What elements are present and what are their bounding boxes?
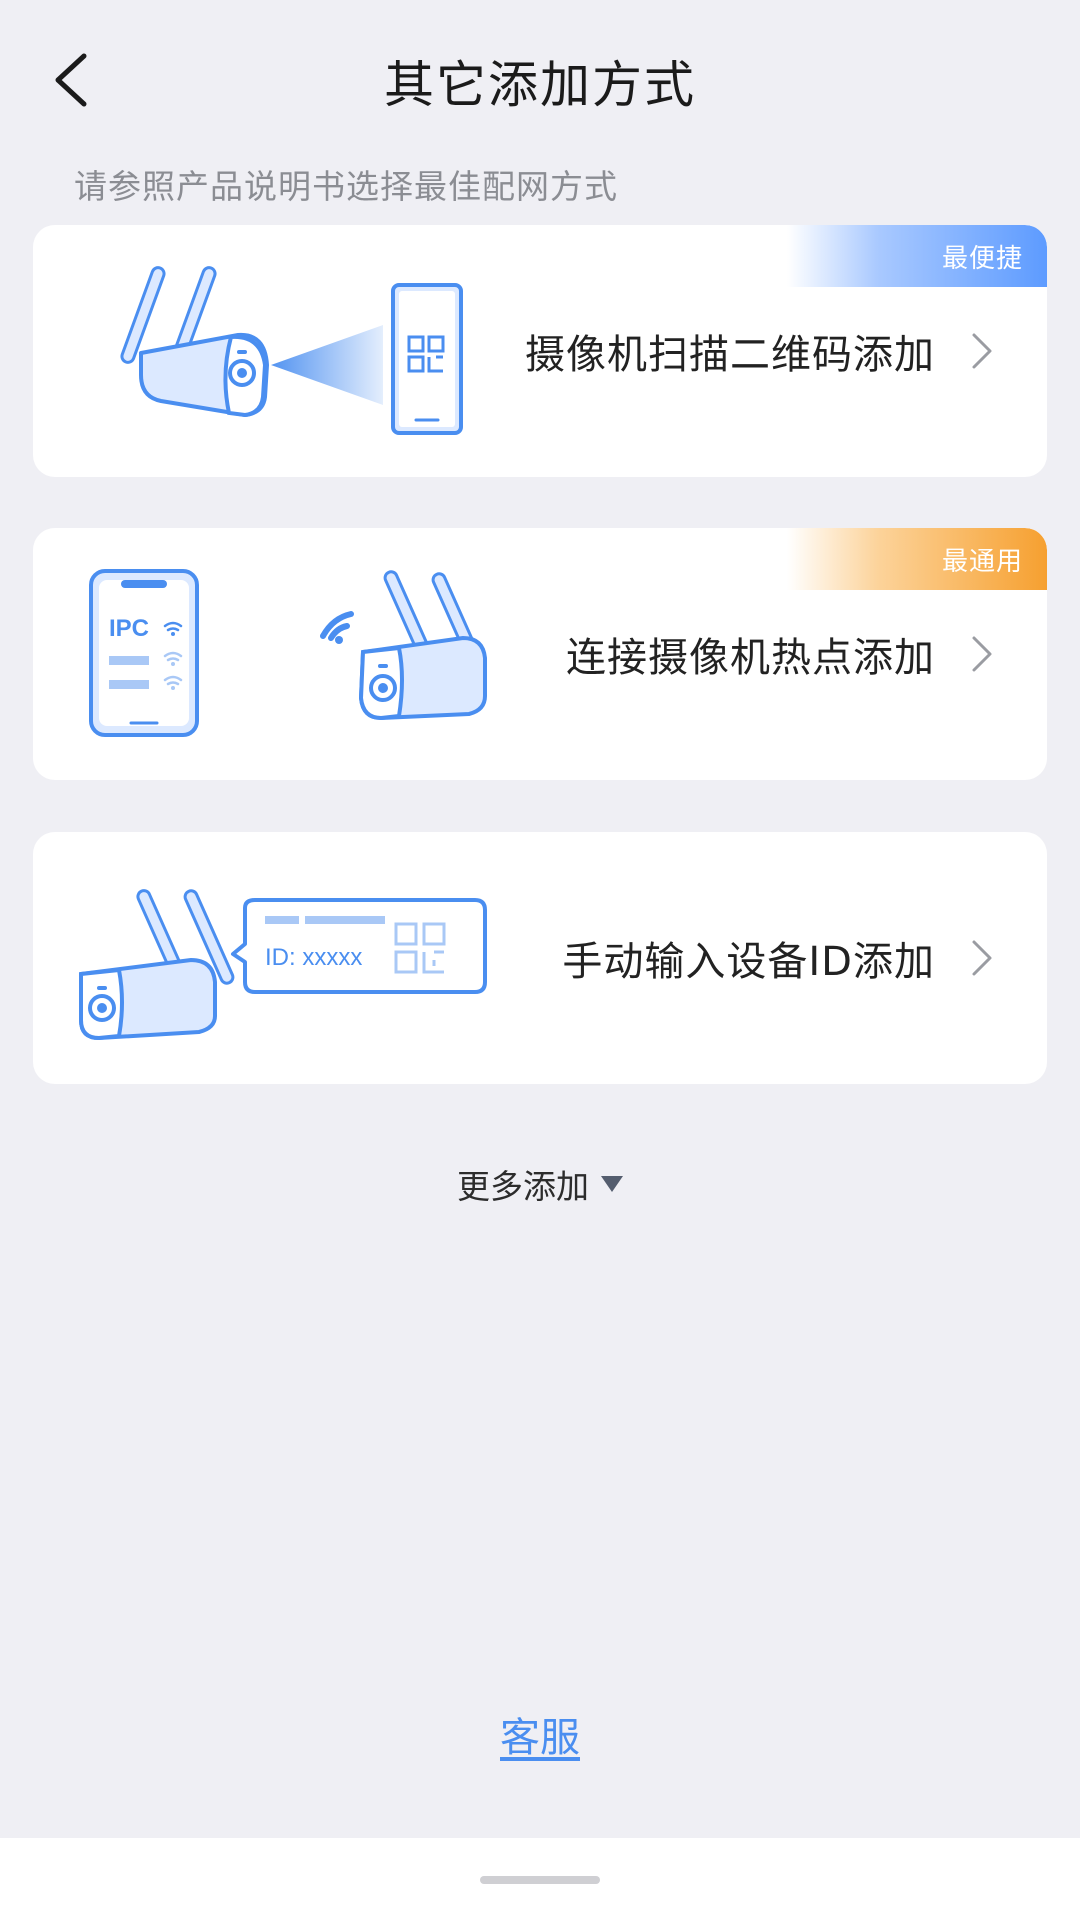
- status-bar: [0, 0, 1080, 16]
- option-card-manual-id[interactable]: ID: xxxxx 手动输入设备ID添加: [33, 832, 1047, 1084]
- option-label-hotspot: 连接摄像机热点添加: [566, 635, 935, 681]
- option-card-scan-qr[interactable]: 最便捷 摄像机扫描二维码添加: [33, 225, 1047, 477]
- customer-service-link[interactable]: 客服: [0, 1705, 1080, 1763]
- option-label-manual-id: 手动输入设备ID添加: [562, 939, 935, 985]
- camera-hotspot-illustration: IPC: [89, 569, 487, 737]
- more-add-label: 更多添加: [457, 1167, 589, 1206]
- chevron-right-icon: [967, 528, 997, 780]
- option-card-hotspot[interactable]: 最通用 IPC 连接摄像机热点添加: [33, 528, 1047, 780]
- page-title: 其它添加方式: [384, 56, 696, 114]
- ipc-text: IPC: [109, 615, 149, 642]
- page-subtitle: 请参照产品说明书选择最佳配网方式: [74, 167, 618, 206]
- manual-id-illustration: ID: xxxxx: [79, 889, 487, 1041]
- triangle-down-icon: [601, 1176, 623, 1192]
- more-add-button[interactable]: 更多添加: [0, 1160, 1080, 1208]
- header: 其它添加方式: [0, 30, 1080, 120]
- bottom-bar: [0, 1838, 1080, 1920]
- camera-scan-qr-illustration: [120, 266, 463, 435]
- chevron-right-icon: [967, 832, 997, 1084]
- option-label-scan-qr: 摄像机扫描二维码添加: [525, 332, 935, 378]
- chevron-right-icon: [967, 225, 997, 477]
- home-indicator[interactable]: [480, 1876, 600, 1884]
- id-placeholder-text: ID: xxxxx: [265, 944, 362, 971]
